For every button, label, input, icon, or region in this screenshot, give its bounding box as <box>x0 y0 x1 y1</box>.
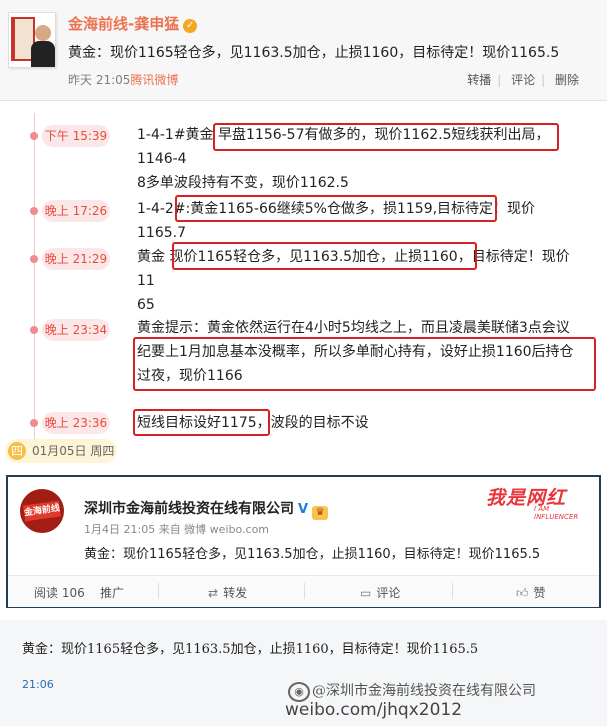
delete-button[interactable]: 删除 <box>549 73 585 87</box>
post-time[interactable]: 21:06 <box>22 678 54 691</box>
thumbs-up-icon: 👍︎ <box>516 586 529 600</box>
verified-v-icon: V <box>298 502 309 517</box>
timeline-dot <box>30 207 38 215</box>
weekday-badge: 四 <box>8 442 26 460</box>
top-post: 金海前线-龚申猛 ✓ 黄金：现价1165轻仓多，见1163.5加仓，止损1160，… <box>0 0 607 101</box>
timeline-dot <box>30 419 38 427</box>
weibo-logo-icon: ◉ <box>288 682 310 702</box>
company-name[interactable]: 深圳市金海前线投资在线有限公司 V ♛ <box>84 498 329 520</box>
timeline-dot <box>30 132 38 140</box>
comment-button[interactable]: 评论 <box>505 73 541 87</box>
like-button[interactable]: 👍︎ 赞 <box>516 584 546 601</box>
post-meta: 昨天 21:05腾讯微博 <box>68 71 178 88</box>
bottom-post: 黄金：现价1165轻仓多，见1163.5加仓，止损1160，目标待定！现价116… <box>0 620 607 726</box>
post-text: 黄金：现价1165轻仓多，见1163.5加仓，止损1160，目标待定！现价116… <box>22 642 479 657</box>
timeline-line <box>34 113 35 443</box>
card-text: 黄金：现价1165轻仓多，见1163.5加仓，止损1160，目标待定！现价116… <box>84 547 541 562</box>
comment-button[interactable]: ▭ 评论 <box>360 584 400 601</box>
promote-button[interactable]: 推广 <box>100 584 124 601</box>
comment-icon: ▭ <box>360 586 372 600</box>
verified-badge-icon: ✓ <box>183 19 198 33</box>
highlight-box <box>172 242 477 270</box>
member-icon: ♛ <box>312 506 329 520</box>
post-actions: 转播 | 评论 | 删除 <box>461 71 585 88</box>
post-text: 黄金：现价1165轻仓多，见1163.5加仓，止损1160，目标待定！现价116… <box>68 45 560 61</box>
highlight-box <box>213 123 559 151</box>
card-meta: 1月4日 21:05 来自 微博 weibo.com <box>84 523 270 536</box>
influencer-watermark: 我是网红 I AM INFLUENCER <box>486 487 579 521</box>
post-time[interactable]: 昨天 21:05 <box>68 73 130 87</box>
repost-icon: ⇄ <box>208 586 219 600</box>
highlight-box <box>175 195 497 222</box>
repost-button[interactable]: 转播 <box>461 73 497 87</box>
date-marker: 四 01月05日 周四 <box>5 439 117 463</box>
timeline: 下午 15:39 1-4-1#黄金 早盘1156-57有做多的，现价1162.5… <box>0 101 607 474</box>
card-action-bar: 阅读 106 推广 ⇄ 转发 ▭ 评论 👍︎ 赞 <box>8 575 599 607</box>
timeline-dot <box>30 326 38 334</box>
date-label: 01月05日 周四 <box>32 444 115 458</box>
weibo-watermark: ◉ @深圳市金海前线投资在线有限公司 <box>288 680 536 702</box>
weibo-card: 金海前线 深圳市金海前线投资在线有限公司 V ♛ 1月4日 21:05 来自 微博 … <box>6 475 601 608</box>
company-avatar[interactable]: 金海前线 <box>20 489 64 533</box>
highlight-box <box>133 337 596 391</box>
timeline-dot <box>30 255 38 263</box>
time-badge: 晚上 21:29 <box>42 248 110 270</box>
repost-button[interactable]: ⇄ 转发 <box>208 584 247 601</box>
weibo-url-watermark: weibo.com/jhqx2012 <box>285 700 463 720</box>
time-badge: 晚上 23:34 <box>42 319 110 341</box>
author-name[interactable]: 金海前线-龚申猛 ✓ <box>68 13 198 34</box>
author-avatar[interactable] <box>8 12 56 68</box>
post-source[interactable]: 腾讯微博 <box>130 73 178 87</box>
time-badge: 下午 15:39 <box>42 125 110 147</box>
time-badge: 晚上 17:26 <box>42 200 110 222</box>
read-count: 阅读 106 <box>34 586 85 600</box>
highlight-box <box>133 409 270 436</box>
time-badge: 晚上 23:36 <box>42 412 110 434</box>
